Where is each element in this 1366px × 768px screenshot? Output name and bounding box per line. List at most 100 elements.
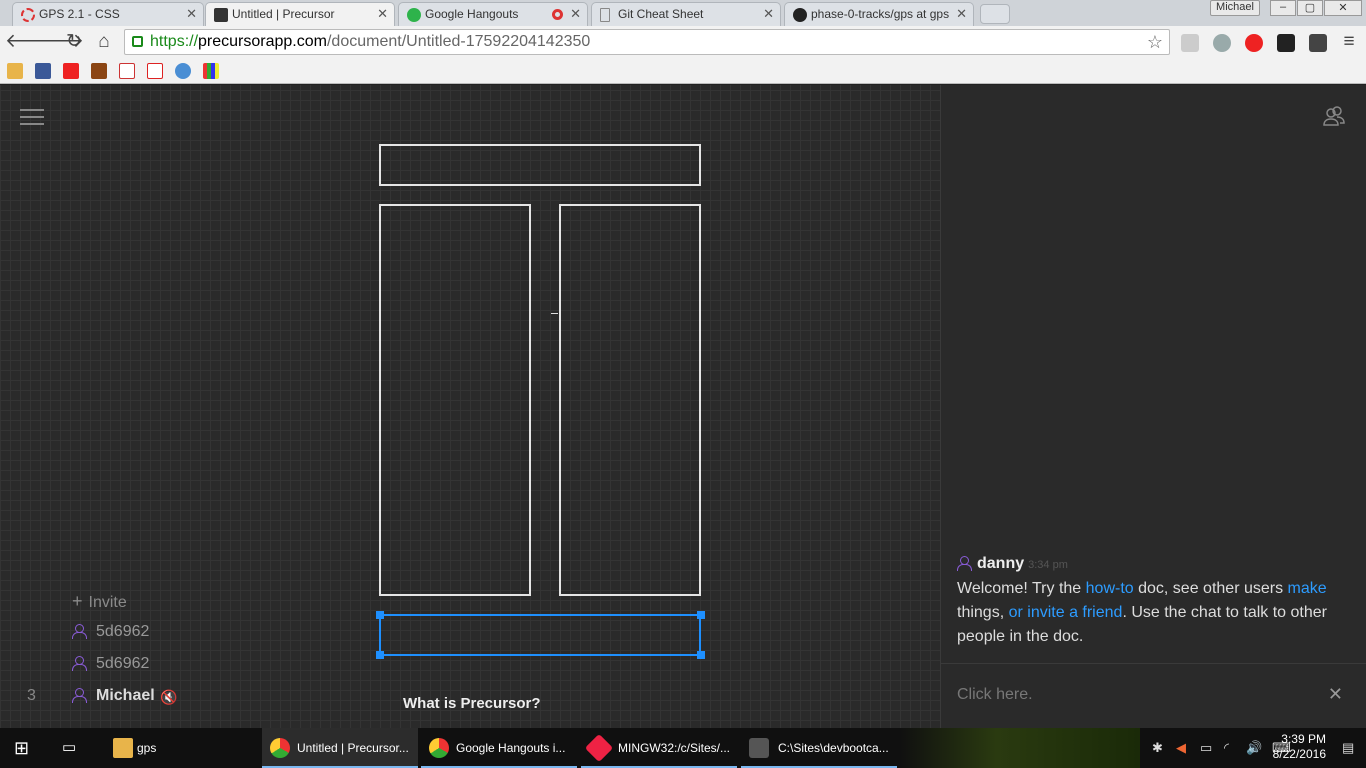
tab-title: Google Hangouts: [425, 7, 519, 21]
youtube-icon[interactable]: [63, 63, 79, 79]
tab-github[interactable]: phase-0-tracks/gps at gps ✕: [784, 2, 974, 26]
precursor-favicon-icon: [214, 8, 228, 22]
collaborator-item[interactable]: 5d6962: [72, 655, 149, 673]
dash-shape: [551, 313, 558, 314]
hangouts-favicon-icon: [407, 8, 421, 22]
plus-icon: +: [72, 591, 83, 611]
invite-friend-link[interactable]: or invite a friend: [1009, 604, 1123, 621]
volume-icon[interactable]: 🔊: [1246, 740, 1262, 756]
close-tab-icon[interactable]: ✕: [377, 6, 388, 22]
resize-handle[interactable]: [376, 651, 384, 659]
minimize-button[interactable]: –: [1270, 0, 1296, 16]
clock-time: 3:39 PM: [1281, 732, 1326, 746]
close-tab-icon[interactable]: ✕: [186, 6, 197, 22]
collaborator-item-self[interactable]: Michael: [72, 687, 155, 705]
facebook-icon[interactable]: [35, 63, 51, 79]
users-icon[interactable]: [1322, 105, 1346, 129]
profile-button[interactable]: Michael: [1210, 0, 1260, 16]
resize-handle[interactable]: [376, 611, 384, 619]
hamburger-menu-icon[interactable]: [20, 109, 44, 125]
close-tab-icon[interactable]: ✕: [763, 6, 774, 22]
windows-start-icon[interactable]: ⊞: [14, 728, 38, 768]
folder-icon: [113, 738, 133, 758]
what-is-precursor-link[interactable]: What is Precursor?: [403, 695, 541, 712]
tab-precursor[interactable]: Untitled | Precursor ✕: [205, 2, 395, 26]
tab-title: Git Cheat Sheet: [618, 7, 704, 21]
bookmark-icon[interactable]: [91, 63, 107, 79]
tab-gps-css[interactable]: GPS 2.1 - CSS ✕: [12, 2, 204, 26]
close-window-button[interactable]: ✕: [1324, 0, 1362, 16]
git-icon: [584, 733, 614, 763]
new-tab-button[interactable]: [980, 4, 1010, 24]
taskbar-wallpaper: [900, 728, 1140, 768]
skype-extension-icon[interactable]: [1213, 34, 1231, 52]
gmail-icon[interactable]: [119, 63, 135, 79]
rectangle-shape-selected[interactable]: [379, 614, 701, 656]
rectangle-shape-header[interactable]: [379, 144, 701, 186]
tab-title: Untitled | Precursor: [232, 7, 335, 21]
java-extension-icon[interactable]: [1181, 34, 1199, 52]
forward-icon[interactable]: 🡒: [33, 30, 84, 54]
gmail-extension-icon[interactable]: [1309, 34, 1327, 52]
taskbar-label: C:\Sites\devbootca...: [778, 741, 889, 755]
how-to-link[interactable]: how-to: [1086, 580, 1134, 597]
reload-icon[interactable]: ↻: [62, 30, 86, 54]
bookmark-icon[interactable]: [147, 63, 163, 79]
user-count: 3: [27, 687, 36, 704]
user-icon: [72, 656, 87, 671]
notifications-icon[interactable]: ▤: [1342, 740, 1354, 756]
back-icon[interactable]: 🡐: [5, 30, 56, 54]
taskbar-item-explorer[interactable]: gps: [103, 728, 253, 768]
chat-panel: danny 3:34 pm Welcome! Try the how-to doc…: [940, 85, 1366, 728]
tab-git-cheat-sheet[interactable]: Git Cheat Sheet ✕: [591, 2, 781, 26]
wifi-icon[interactable]: ◜: [1224, 740, 1229, 756]
bookmark-icon[interactable]: [175, 63, 191, 79]
url-host: precursorapp.com: [198, 33, 327, 50]
rectangle-shape-left[interactable]: [379, 204, 531, 596]
bookmark-star-icon[interactable]: ☆: [1147, 30, 1163, 54]
taskbar-item-sublime[interactable]: C:\Sites\devbootca...: [741, 728, 897, 768]
invite-button[interactable]: + Invite: [72, 591, 127, 612]
url-scheme: https://: [150, 33, 199, 50]
bookmarks-bar: [0, 58, 1366, 84]
muted-speaker-icon[interactable]: 🔇: [160, 689, 177, 706]
alert-icon[interactable]: ◀: [1176, 740, 1186, 756]
recording-icon: [552, 9, 563, 20]
address-bar[interactable]: https://precursorapp.com/document/Untitl…: [124, 29, 1170, 55]
extension-icon[interactable]: [1277, 34, 1295, 52]
taskbar-item-git-bash[interactable]: MINGW32:/c/Sites/...: [581, 728, 737, 768]
rectangle-shape-right[interactable]: [559, 204, 701, 596]
apps-folder-icon[interactable]: [7, 63, 23, 79]
taskbar-label: MINGW32:/c/Sites/...: [618, 741, 731, 755]
drawing-canvas[interactable]: + Invite 5d6962 5d6962 Michael 3 🔇 What i…: [0, 85, 940, 728]
close-chat-icon[interactable]: ✕: [1328, 684, 1343, 705]
chat-text: things,: [957, 604, 1009, 621]
resize-handle[interactable]: [697, 611, 705, 619]
collaborator-item[interactable]: 5d6962: [72, 623, 149, 641]
close-tab-icon[interactable]: ✕: [956, 6, 967, 22]
chrome-icon: [429, 738, 449, 758]
home-icon[interactable]: ⌂: [92, 30, 116, 54]
collaborator-name: Michael: [96, 687, 155, 704]
windows-taskbar: ⊞ ▭ gps Untitled | Precursor... Google H…: [0, 728, 1366, 768]
battery-icon[interactable]: ▭: [1200, 740, 1212, 756]
system-clock[interactable]: 3:39 PM 8/22/2016: [1273, 732, 1326, 762]
resize-handle[interactable]: [697, 651, 705, 659]
user-icon: [72, 688, 87, 703]
maximize-button[interactable]: ▢: [1297, 0, 1323, 16]
tab-hangouts[interactable]: Google Hangouts ✕: [398, 2, 588, 26]
bluetooth-icon[interactable]: ✱: [1152, 740, 1163, 756]
opera-extension-icon[interactable]: [1245, 34, 1263, 52]
menu-icon[interactable]: ≡: [1337, 30, 1361, 54]
close-tab-icon[interactable]: ✕: [570, 6, 581, 22]
chat-input[interactable]: Click here. ✕: [941, 663, 1366, 728]
github-favicon-icon: [793, 8, 807, 22]
make-link[interactable]: make: [1288, 580, 1327, 597]
taskbar-label: Untitled | Precursor...: [297, 741, 409, 755]
document-favicon-icon: [600, 8, 610, 22]
taskbar-item-chrome-precursor[interactable]: Untitled | Precursor...: [262, 728, 418, 768]
user-icon: [957, 556, 972, 571]
task-view-icon[interactable]: ▭: [62, 728, 84, 768]
bookmark-icon[interactable]: [203, 63, 219, 79]
taskbar-item-chrome-hangouts[interactable]: Google Hangouts i...: [421, 728, 577, 768]
